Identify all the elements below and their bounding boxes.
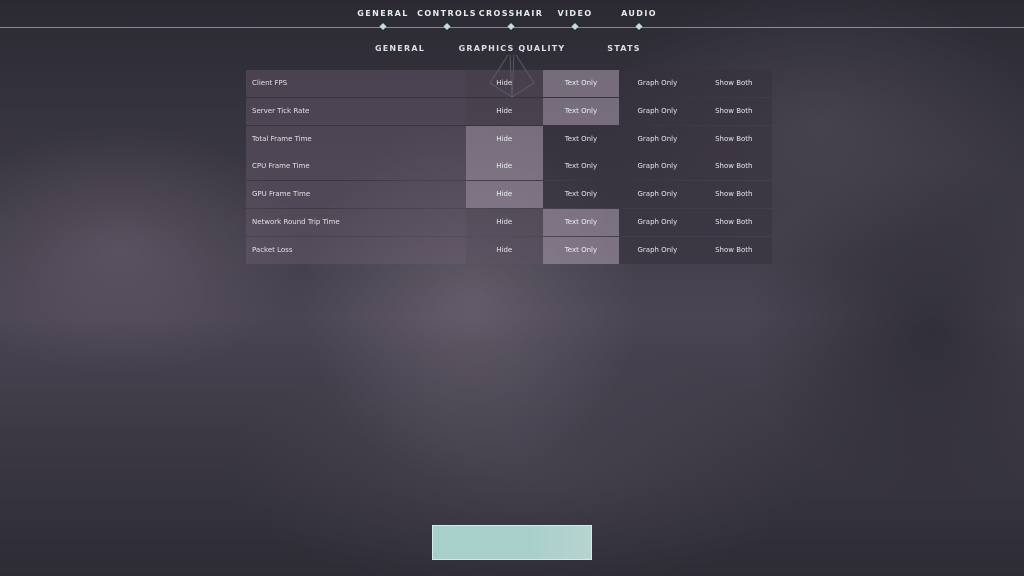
table-row: Client FPS Hide Text Only Graph Only Sho… <box>246 70 772 97</box>
stat-label-client-fps: Client FPS <box>246 70 466 97</box>
subtab-stats[interactable]: STATS <box>607 44 640 53</box>
option-show-both[interactable]: Show Both <box>695 181 772 209</box>
option-show-both[interactable]: Show Both <box>695 236 772 264</box>
option-text-only[interactable]: Text Only <box>542 125 620 153</box>
option-text-only[interactable]: Text Only <box>542 97 620 125</box>
stat-label-network-round-trip-time: Network Round Trip Time <box>246 208 466 236</box>
option-text-only[interactable]: Text Only <box>542 208 620 236</box>
option-hide[interactable]: Hide <box>465 236 543 264</box>
stats-table: Client FPS Hide Text Only Graph Only Sho… <box>246 70 772 265</box>
option-show-both[interactable]: Show Both <box>695 125 772 153</box>
bottom-action-button[interactable] <box>432 525 592 560</box>
table-row: Packet Loss Hide Text Only Graph Only Sh… <box>246 236 772 264</box>
option-hide[interactable]: Hide <box>465 125 543 153</box>
option-show-both[interactable]: Show Both <box>695 153 772 181</box>
table-row: Network Round Trip Time Hide Text Only G… <box>246 208 772 236</box>
option-text-only[interactable]: Text Only <box>542 236 620 264</box>
option-graph-only[interactable]: Graph Only <box>619 236 696 264</box>
option-hide[interactable]: Hide <box>465 208 543 236</box>
table-row: GPU Frame Time Hide Text Only Graph Only… <box>246 181 772 209</box>
tab-crosshair-diamond-icon <box>507 22 515 31</box>
top-navigation: GENERAL CONTROLS CROSSHAIR VIDEO AUDIO <box>0 0 1024 31</box>
subtab-graphics-quality[interactable]: GRAPHICS QUALITY <box>459 44 566 53</box>
option-show-both[interactable]: Show Both <box>695 97 772 125</box>
option-graph-only[interactable]: Graph Only <box>619 125 696 153</box>
option-graph-only[interactable]: Graph Only <box>619 153 696 181</box>
tab-audio-diamond-icon <box>635 22 643 31</box>
option-show-both[interactable]: Show Both <box>695 70 772 97</box>
tab-controls-diamond-icon <box>443 22 451 31</box>
option-text-only[interactable]: Text Only <box>542 70 620 97</box>
tab-general-diamond-icon <box>379 22 387 31</box>
option-hide[interactable]: Hide <box>465 70 543 97</box>
option-graph-only[interactable]: Graph Only <box>619 97 696 125</box>
table-row: Server Tick Rate Hide Text Only Graph On… <box>246 97 772 125</box>
option-text-only[interactable]: Text Only <box>542 181 620 209</box>
tab-video[interactable]: VIDEO <box>557 9 592 18</box>
stat-label-gpu-frame-time: GPU Frame Time <box>246 181 466 209</box>
tab-general[interactable]: GENERAL <box>357 9 408 18</box>
stat-label-server-tick-rate: Server Tick Rate <box>246 97 466 125</box>
tab-crosshair[interactable]: CROSSHAIR <box>479 9 544 18</box>
option-hide[interactable]: Hide <box>465 97 543 125</box>
tab-controls[interactable]: CONTROLS <box>417 9 477 18</box>
option-graph-only[interactable]: Graph Only <box>619 208 696 236</box>
option-graph-only[interactable]: Graph Only <box>619 70 696 97</box>
option-graph-only[interactable]: Graph Only <box>619 181 696 209</box>
table-row: CPU Frame Time Hide Text Only Graph Only… <box>246 153 772 181</box>
option-hide[interactable]: Hide <box>465 153 543 181</box>
option-show-both[interactable]: Show Both <box>695 208 772 236</box>
option-hide[interactable]: Hide <box>465 181 543 209</box>
tab-audio[interactable]: AUDIO <box>621 9 657 18</box>
stat-label-packet-loss: Packet Loss <box>246 236 466 264</box>
subtab-general[interactable]: GENERAL <box>375 44 425 53</box>
tab-video-diamond-icon <box>571 22 579 31</box>
option-text-only[interactable]: Text Only <box>542 153 620 181</box>
table-row: Total Frame Time Hide Text Only Graph On… <box>246 125 772 153</box>
stat-label-cpu-frame-time: CPU Frame Time <box>246 153 466 181</box>
stat-label-total-frame-time: Total Frame Time <box>246 125 466 153</box>
